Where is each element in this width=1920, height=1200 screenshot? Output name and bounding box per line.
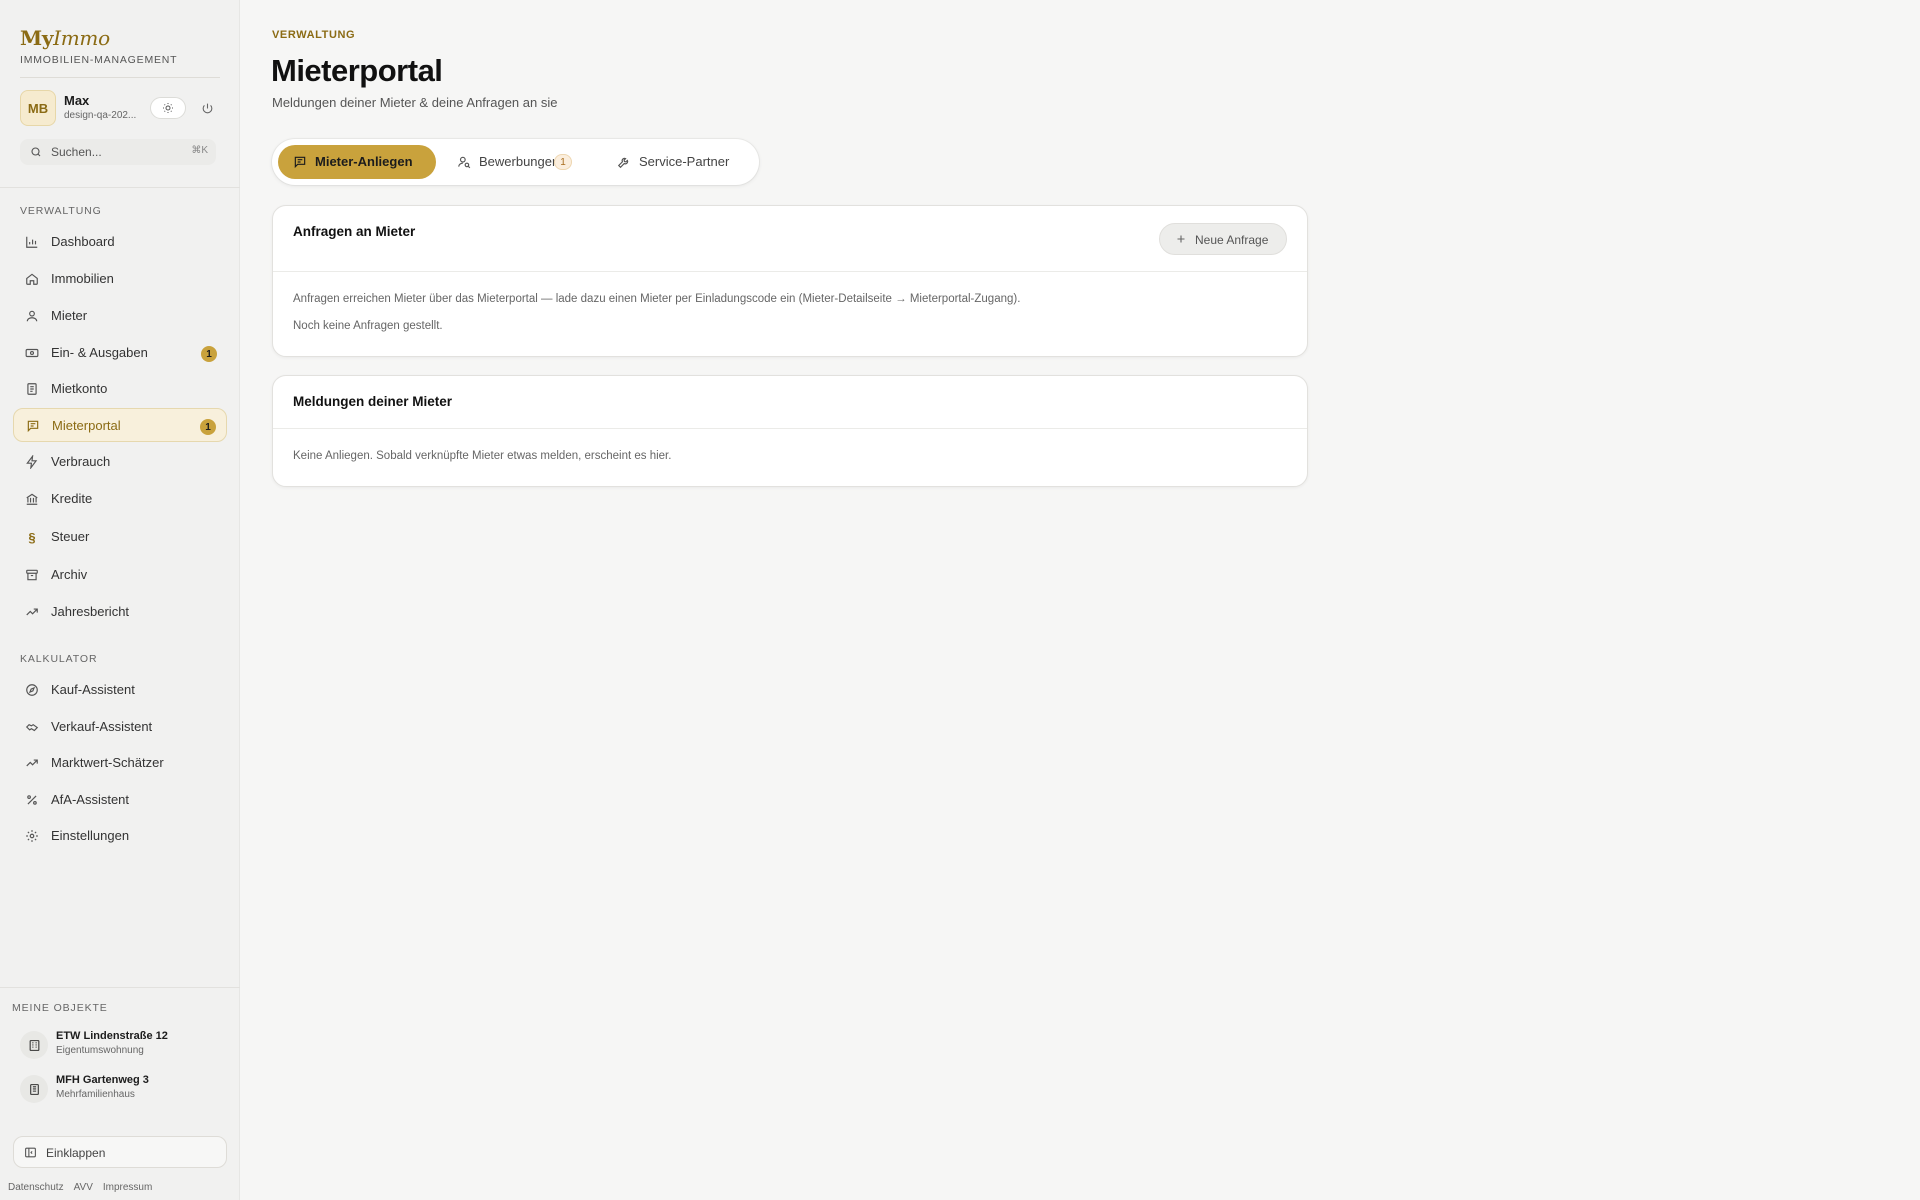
home-icon [25, 272, 39, 286]
object-item[interactable]: MFH Gartenweg 3 Mehrfamilienhaus [20, 1071, 220, 1107]
building-icon [20, 1075, 48, 1103]
sidebar-item-archiv[interactable]: Archiv [13, 558, 227, 592]
trend-icon [25, 605, 39, 619]
section-label-kalkulator: KALKULATOR [20, 653, 98, 665]
gear-icon [25, 829, 39, 843]
sidebar-item-mieter[interactable]: Mieter [13, 299, 227, 333]
trend-icon [25, 756, 39, 770]
bolt-icon [25, 455, 39, 469]
sidebar-item-marktwert-schaetzer[interactable]: Marktwert-Schätzer [13, 746, 227, 780]
breadcrumb: VERWALTUNG [272, 29, 356, 41]
section-label-verwaltung: VERWALTUNG [20, 205, 102, 217]
user-name: Max [64, 93, 90, 108]
cash-icon [25, 346, 39, 360]
tab-bewerbungen[interactable]: Bewerbungen 1 [442, 145, 592, 179]
bank-icon [25, 492, 39, 506]
empty-state-text: Noch keine Anfragen gestellt. [293, 320, 443, 332]
search-placeholder: Suchen... [51, 145, 102, 159]
info-text: Anfragen erreichen Mieter über das Miete… [293, 293, 1021, 305]
divider [0, 987, 240, 988]
new-request-button[interactable]: Neue Anfrage [1159, 223, 1287, 255]
status-badge: 1 [554, 154, 572, 170]
sidebar-item-verbrauch[interactable]: Verbrauch [13, 445, 227, 479]
handshake-icon [25, 720, 39, 734]
sidebar-item-ein-ausgaben[interactable]: Ein- & Ausgaben 1 [13, 336, 227, 370]
card-meldungen-deiner-mieter: Meldungen deiner Mieter Keine Anliegen. … [272, 375, 1308, 487]
avatar[interactable]: MB [20, 90, 56, 126]
message-icon [294, 156, 306, 169]
section-label-objekte: MEINE OBJEKTE [12, 1002, 108, 1014]
paragraph-icon: § [28, 529, 36, 545]
card-title: Anfragen an Mieter [293, 224, 416, 239]
sun-icon [163, 103, 173, 113]
logout-button[interactable] [196, 97, 218, 119]
status-badge: 1 [201, 346, 217, 362]
plus-icon [1177, 235, 1185, 243]
imprint-link[interactable]: Impressum [103, 1182, 152, 1193]
wrench-icon [617, 157, 629, 169]
divider [273, 271, 1307, 272]
status-badge: 1 [200, 419, 216, 435]
user-icon [25, 309, 39, 323]
sidebar-collapse-icon [25, 1147, 36, 1158]
divider [20, 77, 220, 78]
avv-link[interactable]: AVV [74, 1182, 93, 1193]
card-title: Meldungen deiner Mieter [293, 394, 453, 409]
tab-service-partner[interactable]: Service-Partner [602, 145, 752, 179]
message-icon [26, 419, 40, 433]
sidebar-item-steuer[interactable]: § Steuer [13, 520, 227, 554]
theme-toggle-button[interactable] [150, 97, 186, 119]
sidebar-item-jahresbericht[interactable]: Jahresbericht [13, 595, 227, 629]
sidebar-item-verkauf-assistent[interactable]: Verkauf-Assistent [13, 710, 227, 744]
card-anfragen-an-mieter: Anfragen an Mieter Neue Anfrage Anfragen… [272, 205, 1308, 357]
ledger-icon [25, 382, 39, 396]
divider [273, 428, 1307, 429]
brand[interactable]: MyImmo IMMOBILIEN-MANAGEMENT [20, 26, 177, 66]
privacy-link[interactable]: Datenschutz [8, 1182, 64, 1193]
bar-chart-icon [25, 235, 39, 249]
object-item[interactable]: ETW Lindenstraße 12 Eigentumswohnung [20, 1027, 220, 1063]
sidebar-item-immobilien[interactable]: Immobilien [13, 262, 227, 296]
percent-icon [25, 793, 39, 807]
sidebar-item-einstellungen[interactable]: Einstellungen [13, 819, 227, 853]
search-icon [31, 147, 41, 157]
archive-icon [25, 568, 39, 582]
sidebar: MyImmo IMMOBILIEN-MANAGEMENT MB Max desi… [0, 0, 240, 1200]
user-search-icon [458, 156, 471, 169]
footer-links: Datenschutz AVV Impressum [8, 1182, 152, 1193]
page-title: Mieterportal [271, 53, 443, 88]
empty-state-text: Keine Anliegen. Sobald verknüpfte Mieter… [293, 450, 672, 462]
user-panel: MB Max design-qa-202... [20, 90, 220, 126]
search-shortcut: ⌘K [191, 145, 208, 156]
compass-icon [25, 683, 39, 697]
sidebar-item-mieterportal[interactable]: Mieterportal 1 [13, 408, 227, 442]
building-icon [20, 1031, 48, 1059]
power-icon [202, 103, 212, 113]
sidebar-item-mietkonto[interactable]: Mietkonto [13, 372, 227, 406]
divider [0, 187, 240, 188]
collapse-sidebar-button[interactable]: Einklappen [13, 1136, 227, 1168]
sidebar-item-dashboard[interactable]: Dashboard [13, 225, 227, 259]
sidebar-item-kredite[interactable]: Kredite [13, 482, 227, 516]
tab-bar: Mieter-Anliegen Bewerbungen 1 Service-Pa… [272, 139, 759, 185]
tab-mieter-anliegen[interactable]: Mieter-Anliegen [278, 145, 436, 179]
brand-logo: MyImmo [20, 26, 110, 50]
search-input[interactable]: Suchen... ⌘K [20, 139, 216, 165]
page-subtitle: Meldungen deiner Mieter & deine Anfragen… [272, 95, 558, 110]
sidebar-item-kauf-assistent[interactable]: Kauf-Assistent [13, 673, 227, 707]
brand-subtitle: IMMOBILIEN-MANAGEMENT [20, 54, 178, 66]
sidebar-item-afa-assistent[interactable]: AfA-Assistent [13, 783, 227, 817]
user-email: design-qa-202... [64, 110, 137, 121]
